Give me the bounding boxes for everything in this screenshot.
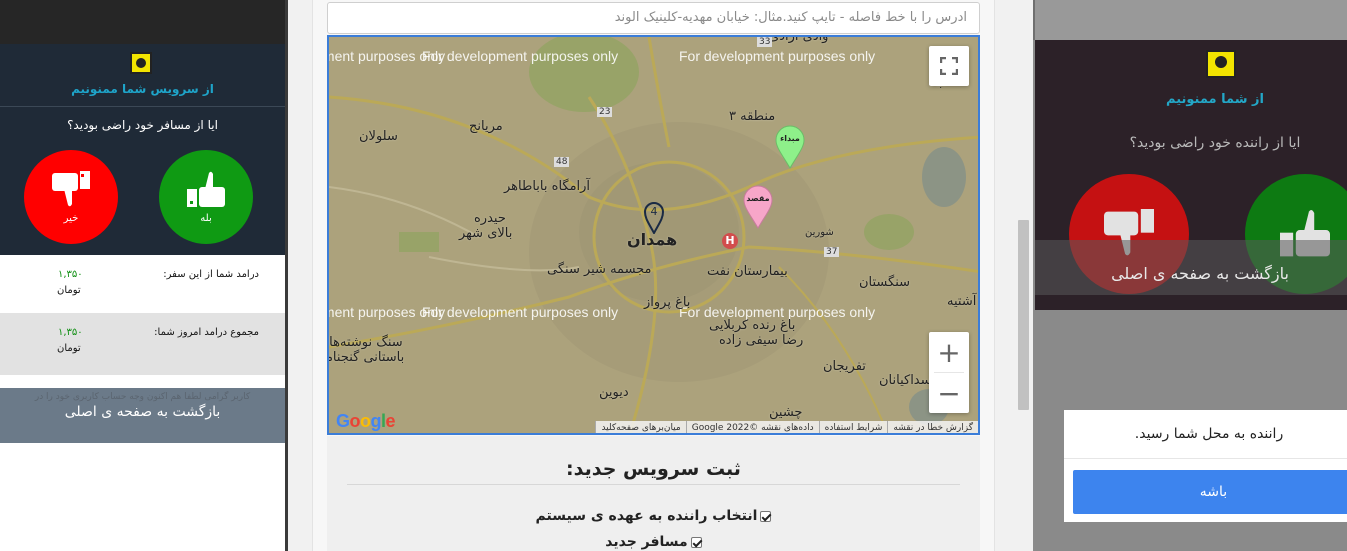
map-label: آشتیه (947, 294, 977, 309)
new-passenger-label: مسافر جدید (605, 534, 688, 550)
today-income-row: مجموع درامد امروز شما: ۱,۳۵۰ تومان (0, 313, 285, 375)
map-attribution: گزارش خطا در نقشه شرایط استفاده داده‌های… (595, 421, 978, 433)
report-error-link[interactable]: گزارش خطا در نقشه (887, 421, 978, 433)
checkbox-checked-icon[interactable] (690, 536, 702, 548)
map-label: مریانج (469, 119, 503, 134)
left-back-home-button[interactable]: کاربر گرامی لطفا هم اکنون وجه حساب کاربر… (0, 388, 285, 443)
map-label: آرامگاه باباطاهر (504, 179, 591, 194)
back-ghost-text: کاربر گرامی لطفا هم اکنون وجه حساب کاربر… (34, 392, 251, 402)
thumbs-up-icon (187, 171, 225, 207)
map-data-text: داده‌های نقشه ©2022 Google (685, 421, 819, 433)
map-label: مجسمه شیر سنگی (547, 262, 652, 277)
driver-select-label: انتخاب راننده به عهده ی سیستم (535, 508, 758, 524)
map-label: بالای شهر (459, 226, 513, 241)
map-label: رضا سیفی زاده (719, 333, 804, 348)
new-passenger-option[interactable]: مسافر جدید (327, 534, 980, 550)
right-back-home-button[interactable]: بازگشت به صفحه ی اصلی (1035, 240, 1347, 295)
fullscreen-button[interactable] (929, 46, 969, 86)
trip-income-unit: تومان (57, 285, 81, 296)
road-shield: 37 (824, 247, 840, 257)
divider (347, 484, 960, 485)
trip-income-value: ۱,۳۵۰ (58, 269, 83, 280)
map-label: دیوین (599, 385, 629, 400)
origin-marker-label: مبداء (780, 134, 800, 143)
left-top-bar (0, 0, 288, 44)
dev-watermark: For development purposes only (422, 48, 619, 64)
divider (0, 106, 285, 107)
origin-pin-icon (775, 125, 805, 169)
road-shield: 48 (554, 157, 570, 167)
left-rating-question: ایا از مسافر خود راضی بودید؟ (67, 118, 218, 132)
origin-marker[interactable]: مبداء (775, 125, 805, 169)
thumbs-up-button[interactable]: بله (159, 150, 253, 244)
map-label: سنگ نوشته‌های (327, 335, 403, 350)
map-label: منطقه ۳ (729, 109, 776, 124)
hospital-icon: H (722, 233, 738, 249)
map-label: حیدره (474, 211, 506, 226)
google-logo: Google (336, 411, 396, 431)
destination-pin-icon (743, 185, 773, 229)
terms-link[interactable]: شرایط استفاده (818, 421, 888, 433)
no-label: خیر (63, 212, 79, 224)
trip-income-row: درامد شما از این سفر: ۱,۳۵۰ تومان (0, 255, 285, 313)
map-label: سداکیانان (879, 373, 932, 388)
map-label: سنگستان (859, 275, 911, 290)
left-rating-card: از سرویس شما ممنونیم ایا از مسافر خود را… (0, 44, 285, 255)
user-location-marker[interactable]: 4 (643, 202, 665, 236)
left-thanks-text: از سرویس شما ممنونیم (71, 82, 214, 96)
map-label: شورین (805, 227, 834, 238)
fullscreen-icon (940, 57, 958, 75)
user-marker-number: 4 (650, 205, 658, 218)
map-label: وادی آزادی (769, 35, 829, 44)
today-income-value: ۱,۳۵۰ (58, 327, 83, 338)
arrival-dialog: راننده به محل شما رسید. باشه (1064, 410, 1347, 522)
right-thanks-text: از شما ممنونیم (1166, 92, 1264, 107)
road-shield: 33 (757, 37, 773, 47)
keyboard-shortcuts-link[interactable]: میان‌برهای صفحه‌کلید (595, 421, 685, 433)
thumbs-down-button[interactable]: خیر (24, 150, 118, 244)
back-home-label: بازگشت به صفحه ی اصلی (64, 404, 221, 420)
app-logo-icon (130, 52, 152, 74)
right-rating-question: ایا از راننده خود راضی بودید؟ (1129, 135, 1301, 151)
driver-select-option[interactable]: انتخاب راننده به عهده ی سیستم (327, 508, 980, 524)
checkbox-checked-icon[interactable] (760, 510, 772, 522)
yes-label: بله (200, 212, 212, 224)
destination-marker-label: مقصد (746, 194, 770, 203)
map-label: تفریجان (823, 359, 866, 374)
today-income-label: مجموع درامد امروز شما: (154, 327, 259, 338)
divider (1064, 458, 1347, 459)
back-home-label: بازگشت به صفحه ی اصلی (1111, 264, 1289, 283)
today-income-unit: تومان (57, 343, 81, 354)
form-title: ثبت سرویس جدید: (566, 458, 741, 480)
map-label: باغ پرواز (644, 295, 691, 310)
ok-button[interactable]: باشه (1073, 470, 1347, 514)
dev-watermark: For development purposes only (422, 304, 619, 320)
trip-income-label: درامد شما از این سفر: (163, 269, 259, 280)
map-label: چشین (769, 405, 803, 420)
destination-marker[interactable]: مقصد (743, 185, 773, 229)
map-label: سلولان (359, 129, 398, 144)
map-label: باغ رنده کربلایی (709, 318, 796, 333)
map-label: بیمارستان نفت (707, 264, 788, 279)
dialog-message: راننده به محل شما رسید. (1134, 426, 1284, 442)
thumbs-down-icon (52, 170, 90, 206)
dev-watermark: For development purposes only (679, 48, 876, 64)
zoom-controls: + − (929, 332, 969, 413)
address-input[interactable]: ادرس را با خط فاصله - تایپ کنید.مثال: خی… (327, 2, 980, 34)
zoom-in-button[interactable]: + (929, 332, 969, 372)
app-logo-icon (1206, 50, 1236, 78)
scrollbar-thumb[interactable] (1018, 220, 1029, 410)
zoom-out-button[interactable]: − (929, 373, 969, 413)
map-label: باستانی گنجنامه (327, 350, 405, 365)
map-view[interactable]: For development purposes only For develo… (327, 35, 980, 435)
new-service-form: ثبت سرویس جدید: انتخاب راننده به عهده ی … (327, 436, 980, 551)
road-shield: 23 (597, 107, 613, 117)
right-top-bar (1033, 0, 1347, 40)
